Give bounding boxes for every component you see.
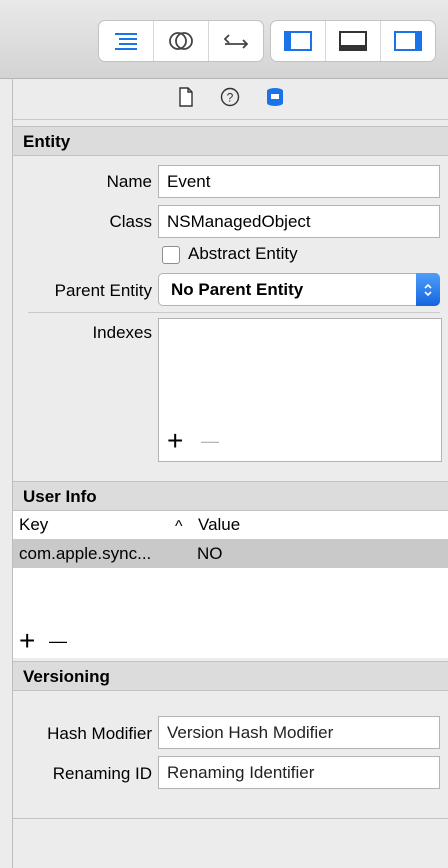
value-column-header[interactable]: Value: [198, 511, 240, 539]
help-icon[interactable]: ?: [220, 87, 240, 112]
indexes-label: Indexes: [92, 323, 152, 342]
data-model-icon[interactable]: [266, 87, 284, 112]
indexes-list[interactable]: + —: [158, 318, 442, 462]
renaming-id-label: Renaming ID: [52, 764, 152, 783]
table-header: Key ^ Value: [13, 511, 448, 540]
entity-divider: [28, 312, 440, 313]
row-key: com.apple.sync...: [19, 544, 152, 563]
split-divider[interactable]: [12, 78, 13, 868]
name-label: Name: [106, 172, 152, 191]
assistant-icon[interactable]: [154, 21, 209, 61]
key-column-header[interactable]: Key: [19, 511, 48, 539]
class-field[interactable]: NSManagedObject: [158, 205, 440, 238]
version-icon[interactable]: [209, 21, 263, 61]
left-panel-icon[interactable]: [271, 21, 326, 61]
editor-mode-segment: [98, 20, 264, 62]
entity-section-header: Entity: [13, 126, 448, 156]
indexes-remove-button[interactable]: —: [201, 427, 219, 455]
indexes-add-button[interactable]: +: [167, 427, 183, 455]
user-info-add-button[interactable]: +: [19, 627, 35, 655]
parent-entity-label: Parent Entity: [54, 281, 152, 300]
user-info-table: Key ^ Value com.apple.sync... NO + —: [13, 511, 448, 658]
row-value: NO: [197, 544, 223, 563]
file-icon[interactable]: [178, 86, 194, 112]
bottom-divider: [13, 818, 448, 819]
hash-modifier-field[interactable]: Version Hash Modifier: [158, 716, 440, 749]
abstract-entity-checkbox[interactable]: [162, 246, 180, 264]
user-info-section-header: User Info: [13, 481, 448, 511]
class-label: Class: [109, 212, 152, 231]
panel-toggle-segment: [270, 20, 436, 62]
versioning-section-header: Versioning: [13, 661, 448, 691]
sort-ascending-icon: ^: [175, 518, 183, 535]
abstract-entity-label: Abstract Entity: [188, 244, 298, 263]
name-field[interactable]: Event: [158, 165, 440, 198]
parent-entity-popup[interactable]: No Parent Entity: [158, 273, 440, 306]
right-panel-icon[interactable]: [381, 21, 435, 61]
navigator-icon[interactable]: [99, 21, 154, 61]
bottom-panel-icon[interactable]: [326, 21, 381, 61]
user-info-remove-button[interactable]: —: [49, 627, 67, 655]
parent-entity-value: No Parent Entity: [171, 280, 304, 299]
table-row[interactable]: com.apple.sync... NO: [13, 540, 448, 568]
toolbar: [0, 0, 448, 79]
inspector-tabs: ?: [13, 79, 448, 120]
svg-text:?: ?: [226, 90, 233, 104]
chevron-up-down-icon: [416, 273, 440, 306]
hash-modifier-label: Hash Modifier: [47, 724, 152, 743]
renaming-id-field[interactable]: Renaming Identifier: [158, 756, 440, 789]
